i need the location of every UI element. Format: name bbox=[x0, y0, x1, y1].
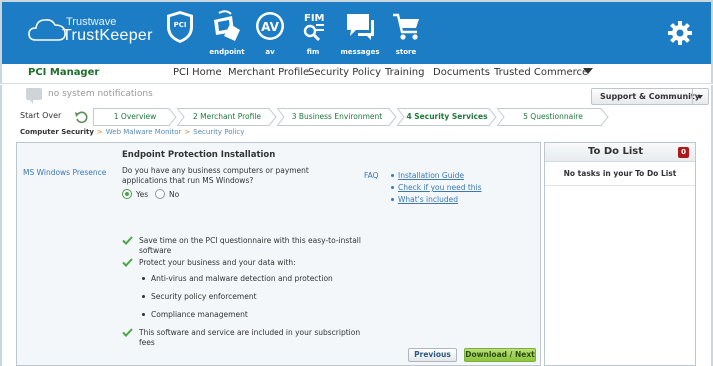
notification-text: no system notifications bbox=[48, 89, 153, 99]
antivirus-icon: AV bbox=[256, 12, 284, 40]
step-security-services[interactable]: 4 Security Services bbox=[397, 108, 497, 126]
tab-trusted-commerce[interactable]: Trusted Commerce bbox=[494, 67, 588, 78]
tab-security-policy[interactable]: Security Policy bbox=[308, 67, 381, 78]
tab-documents[interactable]: Documents bbox=[433, 67, 490, 78]
main-nav: PCI Manager PCI Home Merchant Profile Se… bbox=[0, 64, 713, 84]
radio-no-label: No bbox=[169, 190, 180, 199]
breadcrumb-separator: > bbox=[184, 128, 191, 136]
step-overview[interactable]: 1 Overview bbox=[93, 108, 177, 126]
step-questionnaire[interactable]: 5 Questionnaire bbox=[497, 108, 609, 126]
step-merchant-profile-label: 2 Merchant Profile bbox=[192, 112, 262, 121]
windows-question-text: Do you have any business computers or pa… bbox=[122, 166, 309, 185]
todo-count-badge[interactable]: 0 bbox=[678, 147, 689, 158]
ms-windows-presence-label: MS Windows Presence bbox=[23, 168, 107, 177]
pci-shield-text: PCI bbox=[174, 21, 187, 29]
support-community-button[interactable]: Support & Community bbox=[591, 88, 709, 105]
panel-title: Endpoint Protection Installation bbox=[122, 150, 276, 160]
step-security-services-label: 4 Security Services bbox=[406, 112, 488, 121]
todo-header: To Do List 0 bbox=[545, 143, 695, 162]
notification-bar: no system notifications Support & Commun… bbox=[0, 85, 713, 107]
faq-link-whats-included[interactable]: What's included bbox=[391, 195, 482, 204]
breadcrumb-separator: > bbox=[96, 128, 103, 136]
step-business-environment-label: 3 Business Environment bbox=[291, 112, 383, 121]
step-merchant-profile[interactable]: 2 Merchant Profile bbox=[177, 108, 277, 126]
step-business-environment[interactable]: 3 Business Environment bbox=[277, 108, 397, 126]
pci-manager-title: PCI Manager bbox=[28, 67, 100, 78]
benefit-item: This software and service are included i… bbox=[122, 328, 362, 348]
endpoint-protection-panel: Endpoint Protection Installation MS Wind… bbox=[16, 142, 541, 366]
benefits-list: Save time on the PCI questionnaire with … bbox=[122, 236, 362, 350]
benefit-subitem: Security policy enforcement bbox=[122, 292, 362, 302]
notification-bubble-icon bbox=[26, 88, 42, 104]
faq-links: Installation Guide Check if you need thi… bbox=[391, 171, 482, 207]
check-icon bbox=[122, 258, 133, 267]
radio-yes-label: Yes bbox=[136, 190, 149, 199]
support-separator bbox=[692, 89, 693, 104]
check-icon bbox=[122, 236, 133, 245]
nav-store-label: store bbox=[395, 48, 417, 56]
breadcrumb-security-policy[interactable]: Security Policy bbox=[193, 128, 244, 136]
faq-label: FAQ bbox=[364, 171, 379, 180]
radio-yes-dot[interactable] bbox=[122, 189, 132, 199]
step-questionnaire-label: 5 Questionnaire bbox=[523, 112, 583, 121]
faq-link-installation-guide[interactable]: Installation Guide bbox=[391, 171, 482, 180]
more-menu-chevron-down-icon[interactable] bbox=[583, 68, 593, 74]
nav-store[interactable]: store bbox=[378, 8, 434, 60]
radio-no-dot[interactable] bbox=[155, 189, 165, 199]
gear-icon[interactable] bbox=[667, 20, 693, 46]
todo-divider bbox=[545, 185, 695, 186]
step-overview-label: 1 Overview bbox=[113, 112, 157, 121]
faq-link-check-if-you-need-this[interactable]: Check if you need this bbox=[391, 183, 482, 192]
progress-steps: Start Over 1 Overview 2 Merchant Profile… bbox=[16, 108, 696, 126]
tab-pci-home[interactable]: PCI Home bbox=[173, 67, 222, 78]
top-bar: Trustwave TrustKeeper PCI endpoint AV av bbox=[0, 0, 713, 64]
window-frame-left bbox=[0, 107, 2, 366]
support-community-label: Support & Community bbox=[600, 92, 700, 101]
benefit-text: This software and service are included i… bbox=[139, 328, 361, 347]
benefit-item: Protect your business and your data with… bbox=[122, 258, 362, 268]
benefit-text: Protect your business and your data with… bbox=[139, 258, 296, 267]
benefit-subitem: Anti-virus and malware detection and pro… bbox=[122, 274, 362, 284]
breadcrumb: Computer Security > Web Malware Monitor > Se… bbox=[20, 128, 244, 136]
messages-icon bbox=[347, 14, 374, 40]
av-icon-text: AV bbox=[261, 20, 279, 34]
endpoint-icon bbox=[214, 10, 240, 41]
benefit-item: Save time on the PCI questionnaire with … bbox=[122, 236, 362, 256]
todo-panel: To Do List 0 No tasks in your To Do List bbox=[544, 142, 696, 366]
tab-merchant-profile[interactable]: Merchant Profile bbox=[228, 67, 309, 78]
logo-trustkeeper-text: TrustKeeper bbox=[62, 27, 153, 44]
benefit-text: Save time on the PCI questionnaire with … bbox=[139, 236, 361, 255]
fim-icon: FIM bbox=[303, 13, 325, 42]
start-over-link[interactable]: Start Over bbox=[20, 111, 61, 120]
undo-icon[interactable] bbox=[74, 110, 88, 124]
benefit-subitem: Compliance management bbox=[122, 310, 362, 320]
previous-button[interactable]: Previous bbox=[408, 348, 457, 362]
download-next-button[interactable]: Download / Next bbox=[464, 348, 536, 362]
support-chevron-down-icon[interactable] bbox=[697, 95, 703, 99]
todo-empty-text: No tasks in your To Do List bbox=[563, 169, 677, 178]
pci-shield-icon: PCI bbox=[167, 11, 193, 43]
cart-icon bbox=[393, 13, 419, 40]
breadcrumb-web-malware-monitor[interactable]: Web Malware Monitor bbox=[106, 128, 182, 136]
fim-icon-text: FIM bbox=[304, 13, 325, 24]
breadcrumb-computer-security[interactable]: Computer Security bbox=[20, 128, 94, 136]
todo-title: To Do List bbox=[588, 146, 644, 157]
tab-training[interactable]: Training bbox=[385, 67, 424, 78]
check-icon bbox=[122, 328, 133, 337]
